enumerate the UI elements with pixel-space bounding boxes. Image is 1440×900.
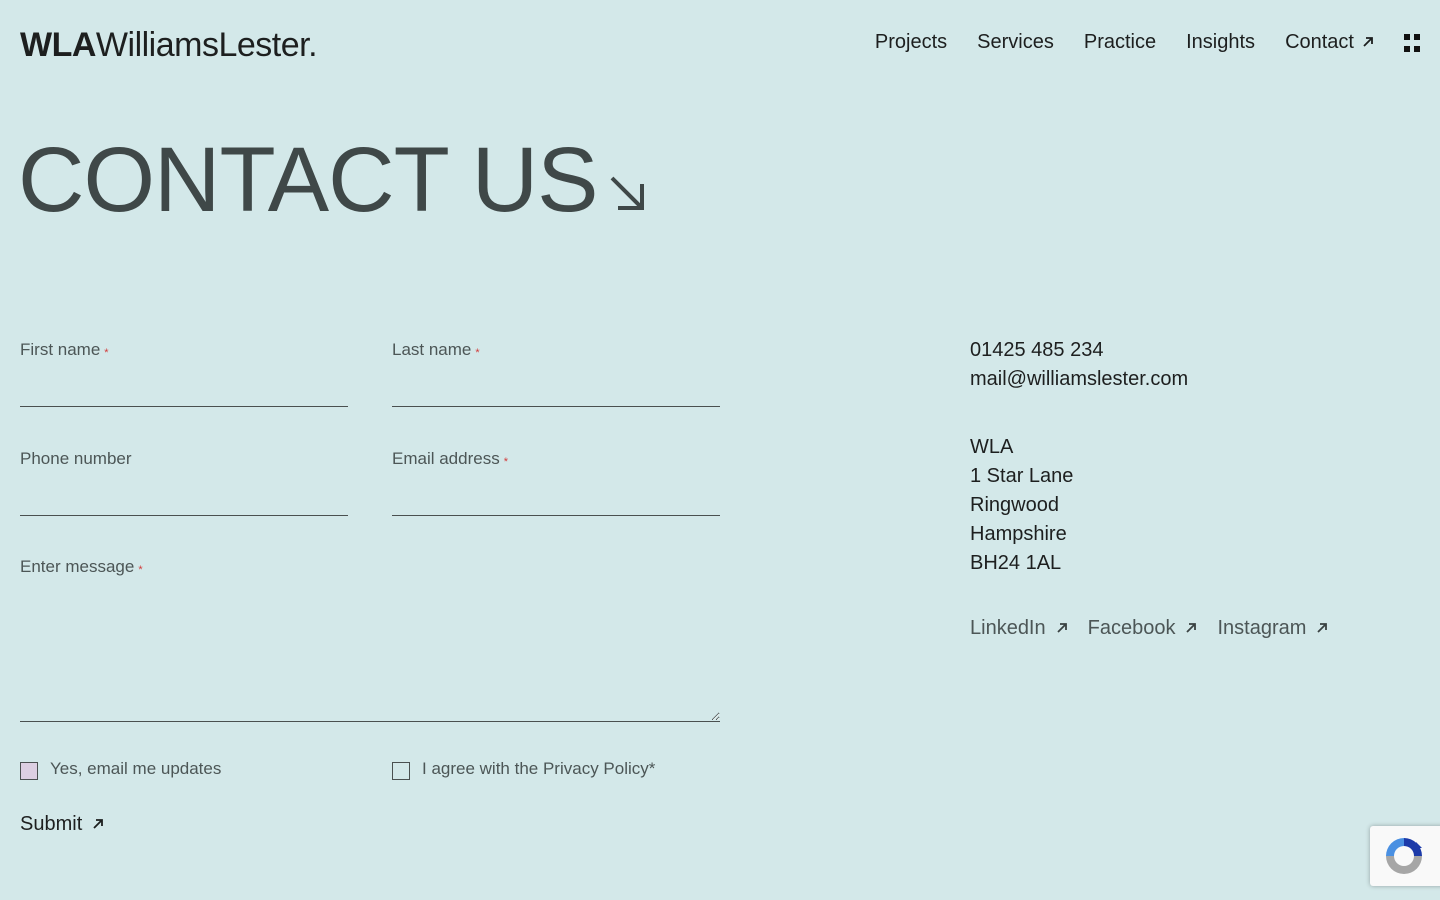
contact-page: WLAWilliamsLester. Projects Services Pra… <box>0 0 1440 900</box>
first-name-input[interactable] <box>20 375 348 407</box>
submit-button[interactable]: Submit <box>20 811 104 837</box>
updates-checkbox[interactable] <box>20 762 38 780</box>
nav-label: Practice <box>1083 31 1157 53</box>
email-field: Email address * <box>392 448 720 516</box>
message-label: Enter message * <box>20 557 143 576</box>
email-link[interactable]: mail@williamslester.com <box>970 365 1188 394</box>
recaptcha-icon <box>1386 838 1422 874</box>
social-label: Facebook <box>1087 617 1176 639</box>
privacy-checkbox-label[interactable]: I agree with the Privacy Policy* <box>422 758 655 780</box>
email-label: Email address * <box>392 449 508 468</box>
updates-checkbox-row: Yes, email me updates <box>20 758 221 780</box>
last-name-field: Last name * <box>392 339 720 407</box>
instagram-link[interactable]: Instagram <box>1217 615 1328 641</box>
phone-label: Phone number <box>20 449 132 468</box>
address-line: WLA <box>970 436 1014 458</box>
linkedin-link[interactable]: LinkedIn <box>970 615 1068 641</box>
social-label: Instagram <box>1217 617 1307 639</box>
social-links: LinkedIn Facebook Instagram <box>970 615 1328 641</box>
privacy-checkbox-row: I agree with the Privacy Policy* <box>392 758 655 780</box>
arrow-up-right-icon <box>1363 37 1373 47</box>
contact-info: 01425 485 234 mail@williamslester.com WL… <box>970 336 1188 578</box>
social-label: LinkedIn <box>970 617 1046 639</box>
main-nav: Projects Services Practice Insights Cont… <box>875 28 1374 56</box>
recaptcha-badge[interactable] <box>1370 826 1440 886</box>
required-marker: * <box>475 347 480 359</box>
privacy-checkbox[interactable] <box>392 762 410 780</box>
arrow-down-right-icon <box>610 176 644 210</box>
grid-menu-icon[interactable] <box>1404 34 1420 52</box>
arrow-up-right-icon <box>1186 623 1197 633</box>
last-name-input[interactable] <box>392 375 720 407</box>
nav-projects[interactable]: Projects <box>875 28 947 56</box>
address-line: Ringwood <box>970 494 1059 516</box>
phone-link[interactable]: 01425 485 234 <box>970 336 1188 365</box>
nav-label: Insights <box>1186 31 1256 53</box>
address-line: BH24 1AL <box>970 552 1062 574</box>
nav-label: Projects <box>874 31 948 53</box>
required-marker: * <box>503 456 508 468</box>
email-input[interactable] <box>392 484 720 516</box>
first-name-field: First name * <box>20 339 348 407</box>
address-line: Hampshire <box>970 523 1067 545</box>
address-line: 1 Star Lane <box>970 465 1074 487</box>
nav-contact[interactable]: Contact <box>1285 28 1374 56</box>
address-block: WLA 1 Star Lane Ringwood Hampshire BH24 … <box>970 433 1188 578</box>
facebook-link[interactable]: Facebook <box>1088 615 1198 641</box>
updates-checkbox-label[interactable]: Yes, email me updates <box>50 758 221 780</box>
arrow-up-right-icon <box>93 819 104 829</box>
nav-insights[interactable]: Insights <box>1186 28 1255 56</box>
submit-label: Submit <box>20 813 83 835</box>
nav-services[interactable]: Services <box>977 28 1054 56</box>
page-title-text: CONTACT US <box>18 129 599 231</box>
site-logo[interactable]: WLAWilliamsLester. <box>20 26 318 64</box>
logo-name: WilliamsLester. <box>95 26 318 64</box>
arrow-up-right-icon <box>1056 623 1067 633</box>
first-name-label: First name * <box>20 340 109 359</box>
message-field: Enter message * <box>20 556 720 722</box>
required-marker: * <box>104 347 109 359</box>
nav-label: Services <box>977 31 1054 53</box>
required-marker: * <box>138 564 143 576</box>
logo-mark: WLA <box>20 26 96 64</box>
nav-practice[interactable]: Practice <box>1084 28 1156 56</box>
phone-input[interactable] <box>20 484 348 516</box>
arrow-up-right-icon <box>1317 623 1328 633</box>
message-textarea[interactable] <box>20 590 720 722</box>
nav-label: Contact <box>1285 31 1354 53</box>
phone-field: Phone number <box>20 448 348 516</box>
page-title: CONTACT US <box>18 128 648 232</box>
last-name-label: Last name * <box>392 340 480 359</box>
